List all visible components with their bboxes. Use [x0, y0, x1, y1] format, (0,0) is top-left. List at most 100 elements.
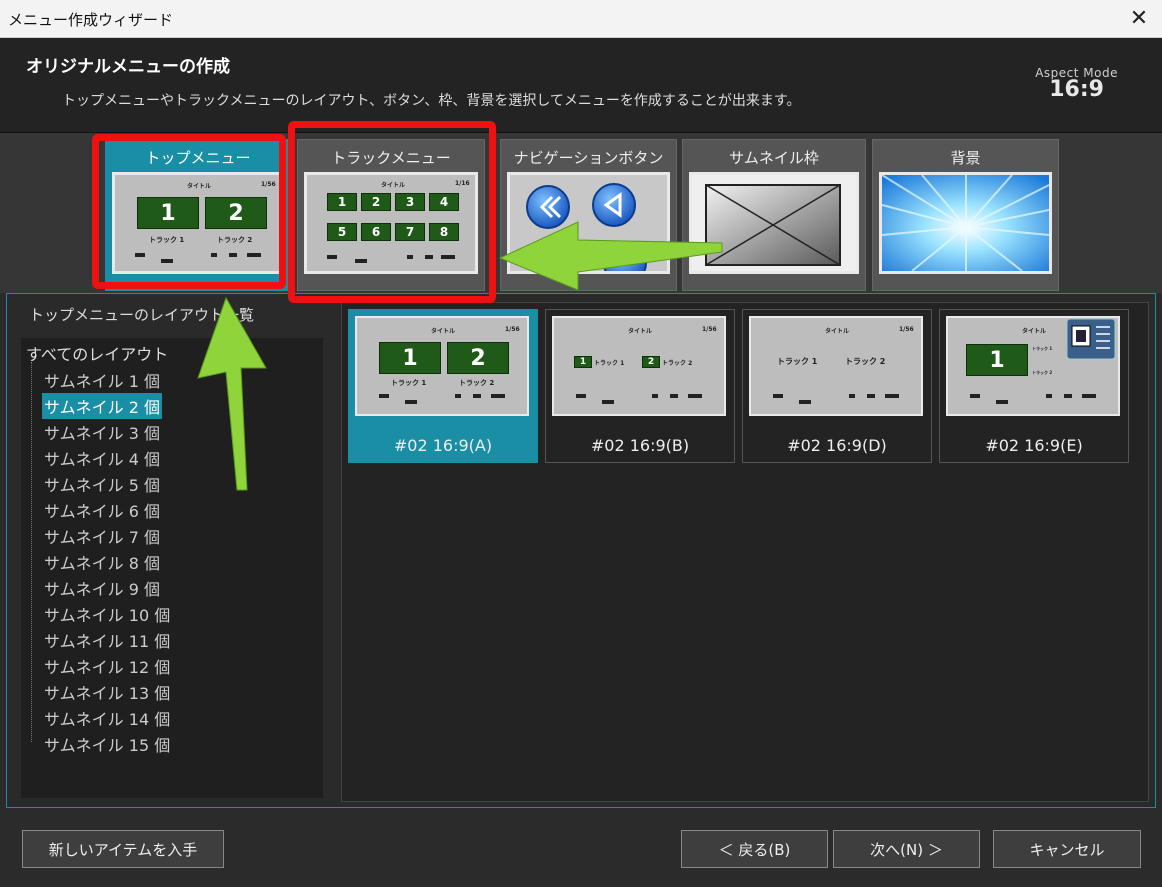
- preview-thumb-2: 2: [642, 356, 660, 368]
- tab-track-menu[interactable]: トラックメニュー タイトル 1/16 1 2 3 4 5 6 7 8: [297, 139, 485, 291]
- page-title: オリジナルメニューの作成: [26, 57, 230, 77]
- layout-card[interactable]: タイトル 1 トラック 1 トラック 2 #02 16:9(E): [939, 309, 1129, 463]
- preview-button: [455, 394, 461, 398]
- layout-card-selected[interactable]: タイトル 1/56 1 2 トラック 1 トラック 2 #02 16:9(A): [348, 309, 538, 463]
- preview-thumb-1: 1: [327, 193, 357, 211]
- preview-button: [229, 253, 237, 257]
- preview-button: [355, 259, 367, 263]
- preview-button: [491, 394, 505, 398]
- preview-button: [576, 394, 586, 398]
- tree-item[interactable]: サムネイル 3 個: [42, 419, 162, 445]
- tree-item[interactable]: サムネイル 7 個: [42, 523, 162, 549]
- preview-track-2: トラック 2: [845, 357, 886, 366]
- aspect-mode-indicator: Aspect Mode 16:9: [1035, 66, 1118, 101]
- tree-item[interactable]: サムネイル 5 個: [42, 471, 162, 497]
- preview-title: タイトル: [825, 328, 850, 335]
- navigation-buttons-preview: [507, 172, 670, 274]
- close-icon[interactable]: ✕: [1116, 0, 1162, 37]
- cancel-button[interactable]: キャンセル: [993, 830, 1141, 868]
- tab-label: 背景: [950, 149, 981, 167]
- preview-thumb-5: 5: [327, 223, 357, 241]
- preview-page: 1/56: [505, 326, 520, 333]
- layout-preview: タイトル 1/56 1 トラック 1 2 トラック 2: [552, 316, 726, 416]
- preview-button: [379, 394, 389, 398]
- layout-card[interactable]: タイトル 1/56 トラック 1 トラック 2 #02 16:9(D): [742, 309, 932, 463]
- preview-thumb-1: 1: [137, 197, 199, 229]
- preview-button: [247, 253, 261, 257]
- wizard-footer: 新しいアイテムを入手 ＜ 戻る(B) 次へ(N) ＞ キャンセル: [0, 812, 1162, 887]
- tab-label: トラックメニュー: [331, 149, 451, 167]
- layout-grid: タイトル 1/56 1 2 トラック 1 トラック 2 #02 16:9(A) …: [341, 302, 1149, 802]
- tree-root-all-layouts[interactable]: すべてのレイアウト: [26, 341, 168, 365]
- preview-thumb-1: 1: [966, 344, 1028, 376]
- tab-label: ナビゲーションボタン: [513, 149, 664, 167]
- tree-item[interactable]: サムネイル 9 個: [42, 575, 162, 601]
- layout-card[interactable]: タイトル 1/56 1 トラック 1 2 トラック 2 #02 16:9(B): [545, 309, 735, 463]
- tree-item[interactable]: サムネイル 6 個: [42, 497, 162, 523]
- main-panel: トップメニューのレイアウト一覧 すべてのレイアウト サムネイル 1 個 サムネイ…: [6, 293, 1156, 808]
- wizard-header: オリジナルメニューの作成 トップメニューやトラックメニューのレイアウト、ボタン、…: [0, 38, 1162, 133]
- tree-item[interactable]: サムネイル 12 個: [42, 653, 172, 679]
- tree-item[interactable]: サムネイル 10 個: [42, 601, 172, 627]
- tab-background[interactable]: 背景: [872, 139, 1059, 291]
- preview-title: タイトル: [628, 328, 653, 335]
- preview-button: [161, 259, 173, 263]
- tab-top-menu[interactable]: トップメニュー タイトル 1/56 1 2 トラック 1 トラック 2: [105, 139, 291, 291]
- preview-page: 1/56: [702, 326, 717, 333]
- preview-button: [211, 253, 217, 257]
- thumbnail-frame-preview: [689, 172, 859, 274]
- top-menu-preview: タイトル 1/56 1 2 トラック 1 トラック 2: [112, 172, 284, 274]
- layout-label: #02 16:9(B): [590, 436, 690, 455]
- preview-button: [1046, 394, 1052, 398]
- tree-item[interactable]: サムネイル 14 個: [42, 705, 172, 731]
- preview-title: タイトル: [431, 328, 456, 335]
- layout-label: #02 16:9(A): [393, 436, 493, 455]
- tree-connector-line: [31, 362, 32, 742]
- preview-track-2: トラック 2: [217, 236, 253, 244]
- preview-track-1: トラック 1: [594, 360, 625, 367]
- preview-button: [441, 255, 455, 259]
- preview-button: [425, 255, 433, 259]
- preview-button: [602, 400, 614, 404]
- preview-track-1: トラック 1: [1032, 346, 1053, 351]
- back-button[interactable]: ＜ 戻る(B): [681, 830, 828, 868]
- preview-button: [885, 394, 899, 398]
- preview-track-1: トラック 1: [149, 236, 185, 244]
- preview-thumb-2: 2: [361, 193, 391, 211]
- preview-page: 1/56: [261, 181, 276, 188]
- window-title: メニュー作成ウィザード: [8, 11, 174, 29]
- tree-item[interactable]: サムネイル 1 個: [42, 367, 162, 393]
- preview-button: [327, 255, 337, 259]
- preview-thumb-6: 6: [361, 223, 391, 241]
- dvd-menu-icon: [1066, 318, 1116, 360]
- layout-tree[interactable]: すべてのレイアウト サムネイル 1 個 サムネイル 2 個 サムネイル 3 個 …: [21, 338, 323, 798]
- preview-thumb-1: 1: [379, 342, 441, 374]
- preview-button: [652, 394, 658, 398]
- tree-item[interactable]: サムネイル 4 個: [42, 445, 162, 471]
- tab-label: トップメニュー: [145, 149, 251, 167]
- category-tabs: トップメニュー タイトル 1/56 1 2 トラック 1 トラック 2 トラック…: [0, 133, 1162, 293]
- preview-button: [799, 400, 811, 404]
- next-button[interactable]: 次へ(N) ＞: [833, 830, 980, 868]
- preview-button: [867, 394, 875, 398]
- preview-button: [473, 394, 481, 398]
- page-description: トップメニューやトラックメニューのレイアウト、ボタン、枠、背景を選択してメニュー…: [62, 93, 801, 109]
- tab-navigation-buttons[interactable]: ナビゲーションボタン: [500, 139, 677, 291]
- preview-title: タイトル: [1022, 328, 1047, 335]
- tree-item[interactable]: サムネイル 13 個: [42, 679, 172, 705]
- title-bar: メニュー作成ウィザード ✕: [0, 0, 1162, 38]
- tab-thumbnail-frame[interactable]: サムネイル枠: [682, 139, 866, 291]
- preview-button: [688, 394, 702, 398]
- preview-track-2: トラック 2: [662, 360, 693, 367]
- tree-item[interactable]: サムネイル 11 個: [42, 627, 172, 653]
- get-new-items-button[interactable]: 新しいアイテムを入手: [22, 830, 224, 868]
- layout-label: #02 16:9(E): [985, 436, 1083, 455]
- preview-thumb-4: 4: [429, 193, 459, 211]
- preview-page: 1/56: [899, 326, 914, 333]
- preview-button: [970, 394, 980, 398]
- tree-item[interactable]: サムネイル 15 個: [42, 731, 172, 757]
- preview-button: [996, 400, 1008, 404]
- preview-track-1: トラック 1: [391, 379, 427, 387]
- tree-item-selected[interactable]: サムネイル 2 個: [42, 393, 163, 419]
- tree-item[interactable]: サムネイル 8 個: [42, 549, 162, 575]
